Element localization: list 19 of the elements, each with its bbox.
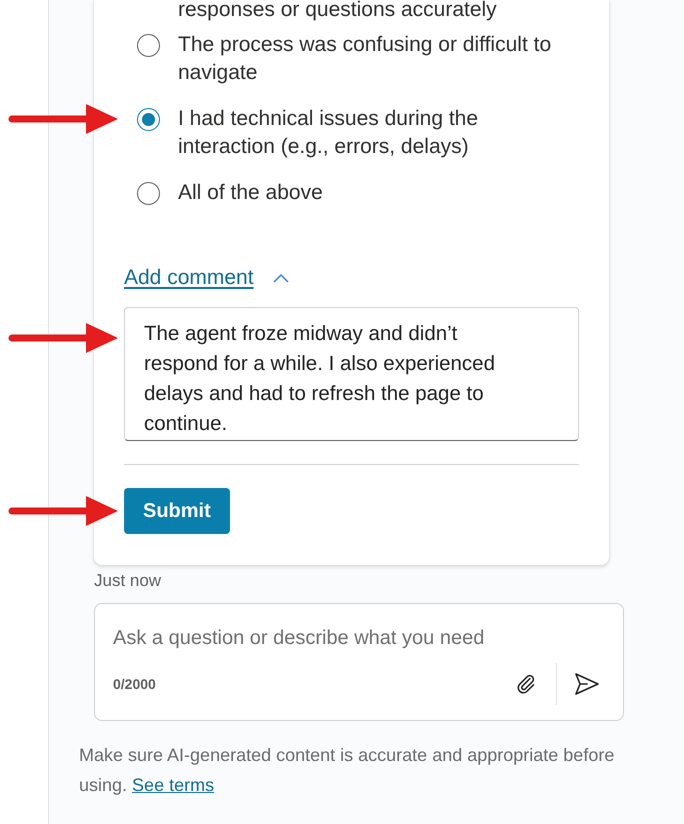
option-label: The process was confusing or difficult to navigate	[178, 32, 552, 86]
add-comment-link[interactable]: Add comment	[124, 264, 254, 292]
send-icon	[574, 672, 600, 696]
radio-button[interactable]	[137, 34, 160, 56]
disclaimer-text: Make sure AI-generated content is accurate and appropriate before using. See terms	[79, 744, 616, 797]
paperclip-icon	[515, 673, 537, 695]
terms-link[interactable]: See terms	[132, 775, 214, 795]
chevron-up-icon[interactable]	[272, 274, 289, 282]
submit-button[interactable]: Submit	[124, 488, 230, 534]
radio-button[interactable]	[137, 182, 160, 204]
send-button[interactable]	[573, 670, 601, 698]
comment-field[interactable]: The agent froze midway and didn’t respond for a while. I also experienced delays and had to refresh the page to continue.	[124, 307, 579, 441]
option-label: I had technical issues during the interaction (e.g., errors, delays)	[178, 106, 480, 160]
radio-button[interactable]	[137, 108, 160, 130]
message-input-field[interactable]: Ask a question or describe what you need	[113, 626, 601, 650]
option-label: responses or questions accurately	[178, 0, 498, 20]
option-label: All of the above	[178, 180, 323, 206]
timestamp: Just now	[94, 571, 162, 590]
character-counter: 0/2000	[113, 676, 156, 692]
